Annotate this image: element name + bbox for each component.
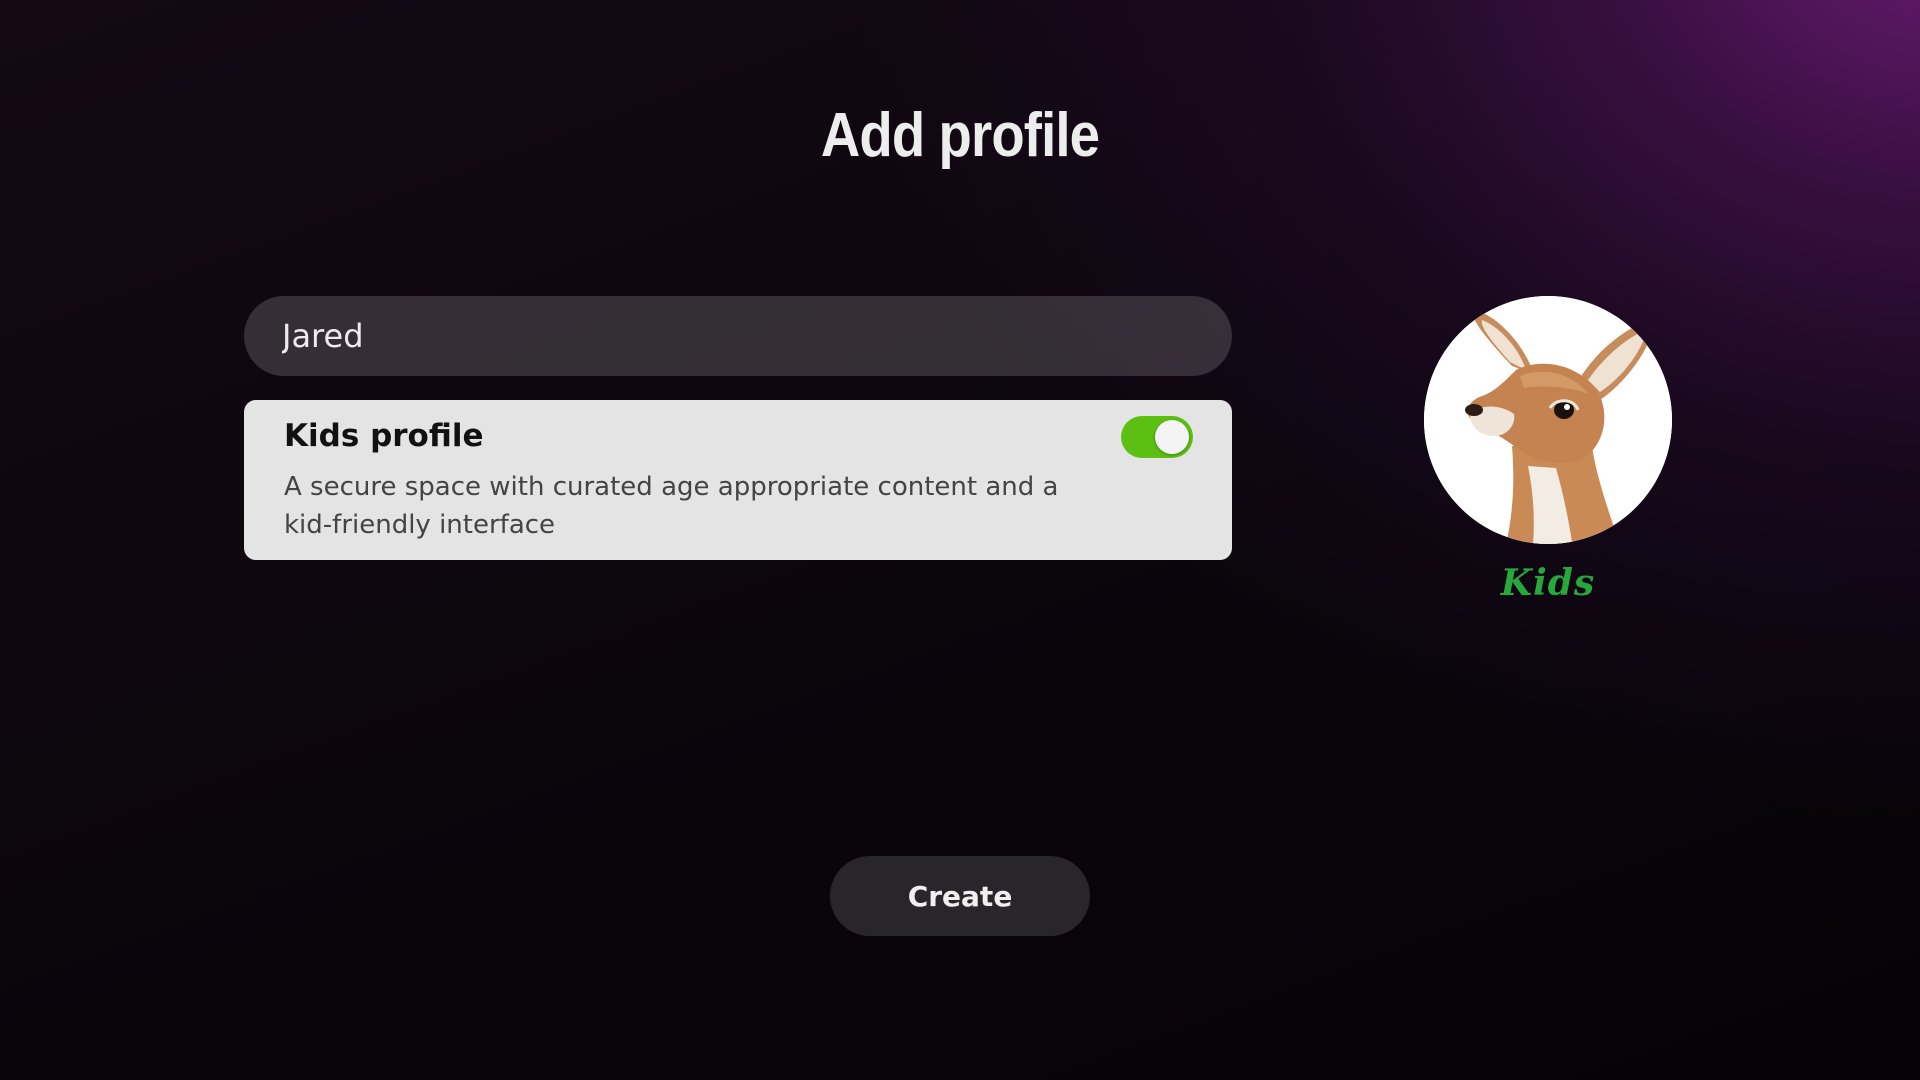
avatar-label: Kids bbox=[1500, 562, 1596, 604]
fawn-avatar-icon bbox=[1424, 296, 1672, 544]
avatar-selector[interactable] bbox=[1424, 296, 1672, 544]
kids-profile-toggle[interactable] bbox=[1121, 416, 1193, 458]
create-button[interactable]: Create bbox=[830, 856, 1090, 936]
kids-profile-title: Kids profile bbox=[284, 418, 484, 454]
kids-profile-description: A secure space with curated age appropri… bbox=[284, 472, 1059, 540]
toggle-knob bbox=[1155, 420, 1189, 454]
page-title: Add profile bbox=[820, 101, 1100, 170]
kids-profile-card[interactable]: Kids profile A secure space with curated… bbox=[244, 400, 1232, 560]
profile-name-input[interactable] bbox=[244, 296, 1232, 376]
